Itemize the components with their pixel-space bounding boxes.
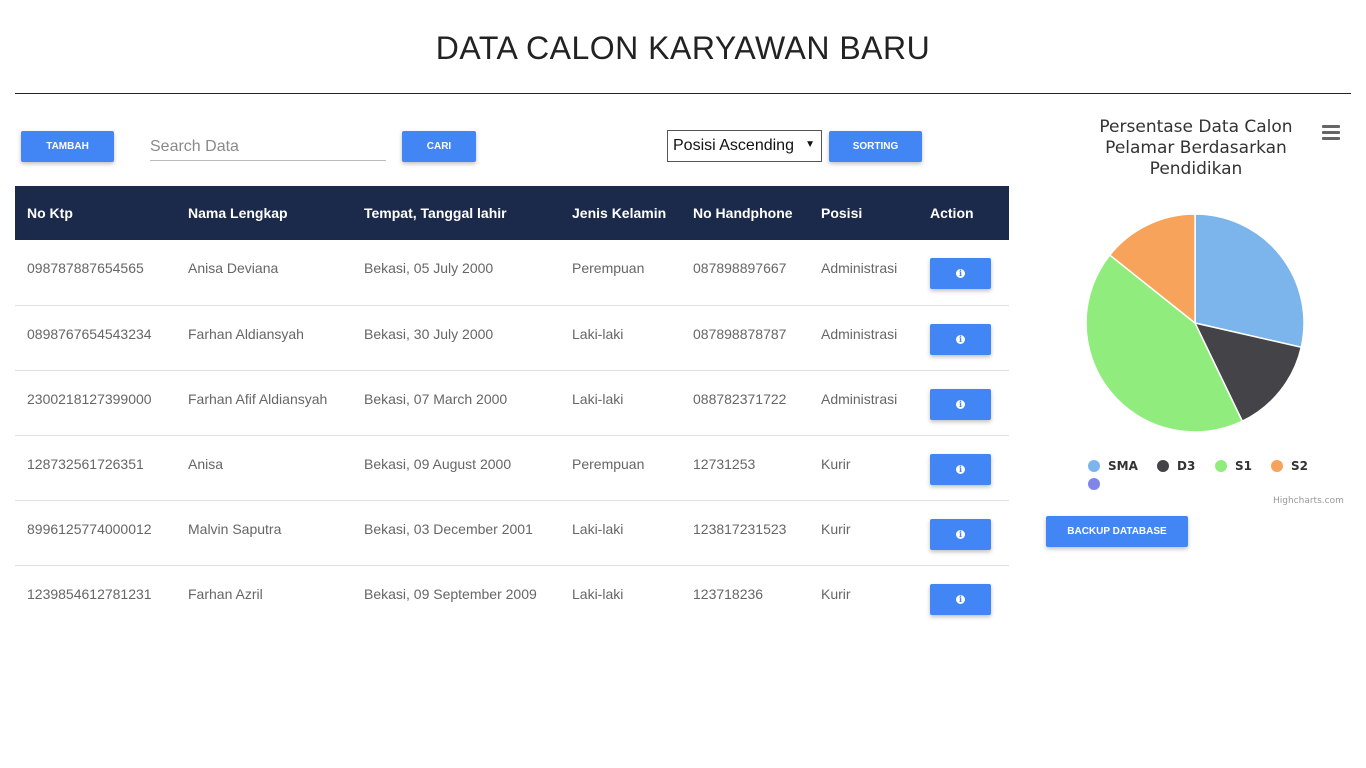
sort-select-value: Posisi Ascending — [673, 137, 794, 154]
table-row: 1239854612781231 Farhan Azril Bekasi, 09 S… — [15, 565, 1009, 630]
position-cell: Administrasi — [821, 325, 898, 342]
sort-select[interactable]: Posisi Ascending ▼ — [667, 130, 822, 162]
birth-cell: Bekasi, 30 July 2000 — [364, 325, 494, 342]
detail-button[interactable]: i — [930, 258, 991, 289]
legend-item[interactable]: S2 — [1271, 459, 1308, 473]
page-title: DATA CALON KARYAWAN BARU — [435, 30, 931, 66]
gender-cell: Perempuan — [572, 260, 645, 276]
legend-color-icon — [1088, 478, 1100, 490]
birth-cell: Bekasi, 03 December 2001 — [364, 520, 533, 537]
info-icon: i — [956, 269, 965, 278]
phone-cell: 123718236 — [693, 585, 764, 602]
ktp-cell: 2300218127399000 — [27, 390, 152, 407]
info-icon: i — [956, 464, 965, 474]
caret-down-icon: ▼ — [805, 139, 815, 150]
action-cell: i — [918, 240, 1009, 305]
name-cell: Farhan Afif Aldiansyah — [188, 390, 328, 407]
position-cell: Kurir — [821, 455, 851, 472]
info-icon: i — [956, 334, 965, 344]
info-icon: i — [956, 529, 965, 539]
legend-label: SMA — [1108, 459, 1138, 473]
legend-color-icon — [1088, 460, 1100, 472]
hamburger-menu-icon[interactable] — [1322, 125, 1340, 141]
ktp-cell: 098787887654565 — [27, 260, 144, 276]
legend-item[interactable]: D3 — [1157, 459, 1195, 473]
search-input[interactable] — [150, 134, 386, 161]
table-row: 2300218127399000 Farhan Afif Aldiansyah Be… — [15, 370, 1009, 435]
info-icon: i — [956, 594, 965, 604]
name-cell: Anisa Deviana — [188, 260, 279, 276]
backup-database-button[interactable]: BACKUP DATABASE — [1046, 516, 1188, 547]
gender-cell: Perempuan — [572, 455, 645, 472]
chart-credits[interactable]: Highcharts.com — [1273, 496, 1344, 506]
name-cell: Malvin Saputra — [188, 520, 282, 537]
pie-chart — [1085, 213, 1305, 433]
birth-cell: Bekasi, 09 September 2009 — [364, 585, 537, 602]
column-header: Tempat, Tanggal lahir — [364, 205, 507, 221]
search-button[interactable]: CARI — [402, 131, 476, 162]
legend-label: D3 — [1177, 459, 1196, 473]
ktp-cell: 0898767654543234 — [27, 325, 152, 342]
name-cell: Farhan Azril — [188, 585, 263, 602]
action-cell: i — [918, 435, 1009, 500]
action-cell: i — [918, 565, 1009, 630]
action-cell: i — [918, 500, 1009, 565]
legend-color-icon — [1271, 460, 1283, 472]
legend-color-icon — [1157, 460, 1169, 472]
legend-item[interactable] — [1088, 478, 1108, 490]
gender-cell: Laki-laki — [572, 390, 624, 407]
birth-cell: Bekasi, 05 July 2000 — [364, 260, 494, 276]
birth-cell: Bekasi, 09 August 2000 — [364, 455, 512, 472]
column-header: Action — [930, 205, 974, 221]
add-button[interactable]: TAMBAH — [21, 131, 114, 162]
ktp-cell: 8996125774000012 — [27, 520, 152, 537]
legend-color-icon — [1215, 460, 1227, 472]
gender-cell: Laki-laki — [572, 325, 624, 342]
birth-cell: Bekasi, 07 March 2000 — [364, 390, 508, 407]
position-cell: Administrasi — [821, 260, 898, 276]
position-cell: Kurir — [821, 585, 851, 602]
detail-button[interactable]: i — [930, 323, 991, 355]
position-cell: Kurir — [821, 520, 851, 537]
action-cell: i — [918, 305, 1009, 370]
sorting-button[interactable]: SORTING — [829, 131, 922, 162]
chart-title: Persentase Data Calon Pelamar Berdasarka… — [1099, 117, 1293, 179]
column-header: No Ktp — [27, 205, 73, 221]
detail-button[interactable]: i — [930, 388, 991, 420]
name-cell: Anisa — [188, 455, 224, 472]
legend-label: S1 — [1235, 459, 1252, 473]
table-row: 0898767654543234 Farhan Aldiansyah Bekasi,… — [15, 305, 1009, 370]
table-header-row: No Ktp Nama Lengkap Tempat, Tanggal lahi… — [15, 186, 1009, 240]
detail-button[interactable]: i — [930, 583, 991, 615]
detail-button[interactable]: i — [930, 518, 991, 550]
column-header: Jenis Kelamin — [572, 205, 667, 221]
ktp-cell: 128732561726351 — [27, 455, 144, 472]
column-header: Nama Lengkap — [188, 205, 288, 221]
gender-cell: Laki-laki — [572, 520, 624, 537]
legend-label: S2 — [1291, 459, 1308, 473]
gender-cell: Laki-laki — [572, 585, 624, 602]
phone-cell: 12731253 — [693, 455, 756, 472]
legend-item[interactable]: SMA — [1088, 459, 1138, 473]
name-cell: Farhan Aldiansyah — [188, 325, 304, 342]
phone-cell: 087898897667 — [693, 260, 787, 276]
table-row: 128732561726351 Anisa Bekasi, 09 August 20… — [15, 435, 1009, 500]
action-cell: i — [918, 370, 1009, 435]
candidates-table: No Ktp Nama Lengkap Tempat, Tanggal lahi… — [15, 186, 1009, 630]
phone-cell: 123817231523 — [693, 520, 787, 537]
detail-button[interactable]: i — [930, 453, 991, 485]
column-header: Posisi — [821, 205, 863, 221]
phone-cell: 087898878787 — [693, 325, 787, 342]
table-row: 8996125774000012 Malvin Saputra Bekasi, 03… — [15, 500, 1009, 565]
phone-cell: 088782371722 — [693, 390, 787, 407]
info-icon: i — [956, 399, 965, 409]
legend-item[interactable]: S1 — [1215, 459, 1252, 473]
ktp-cell: 1239854612781231 — [27, 585, 152, 602]
table-row: 098787887654565 Anisa Deviana Bekasi, 05 J… — [15, 240, 1009, 305]
column-header: No Handphone — [693, 205, 793, 221]
position-cell: Administrasi — [821, 390, 898, 407]
title-divider — [15, 93, 1351, 94]
